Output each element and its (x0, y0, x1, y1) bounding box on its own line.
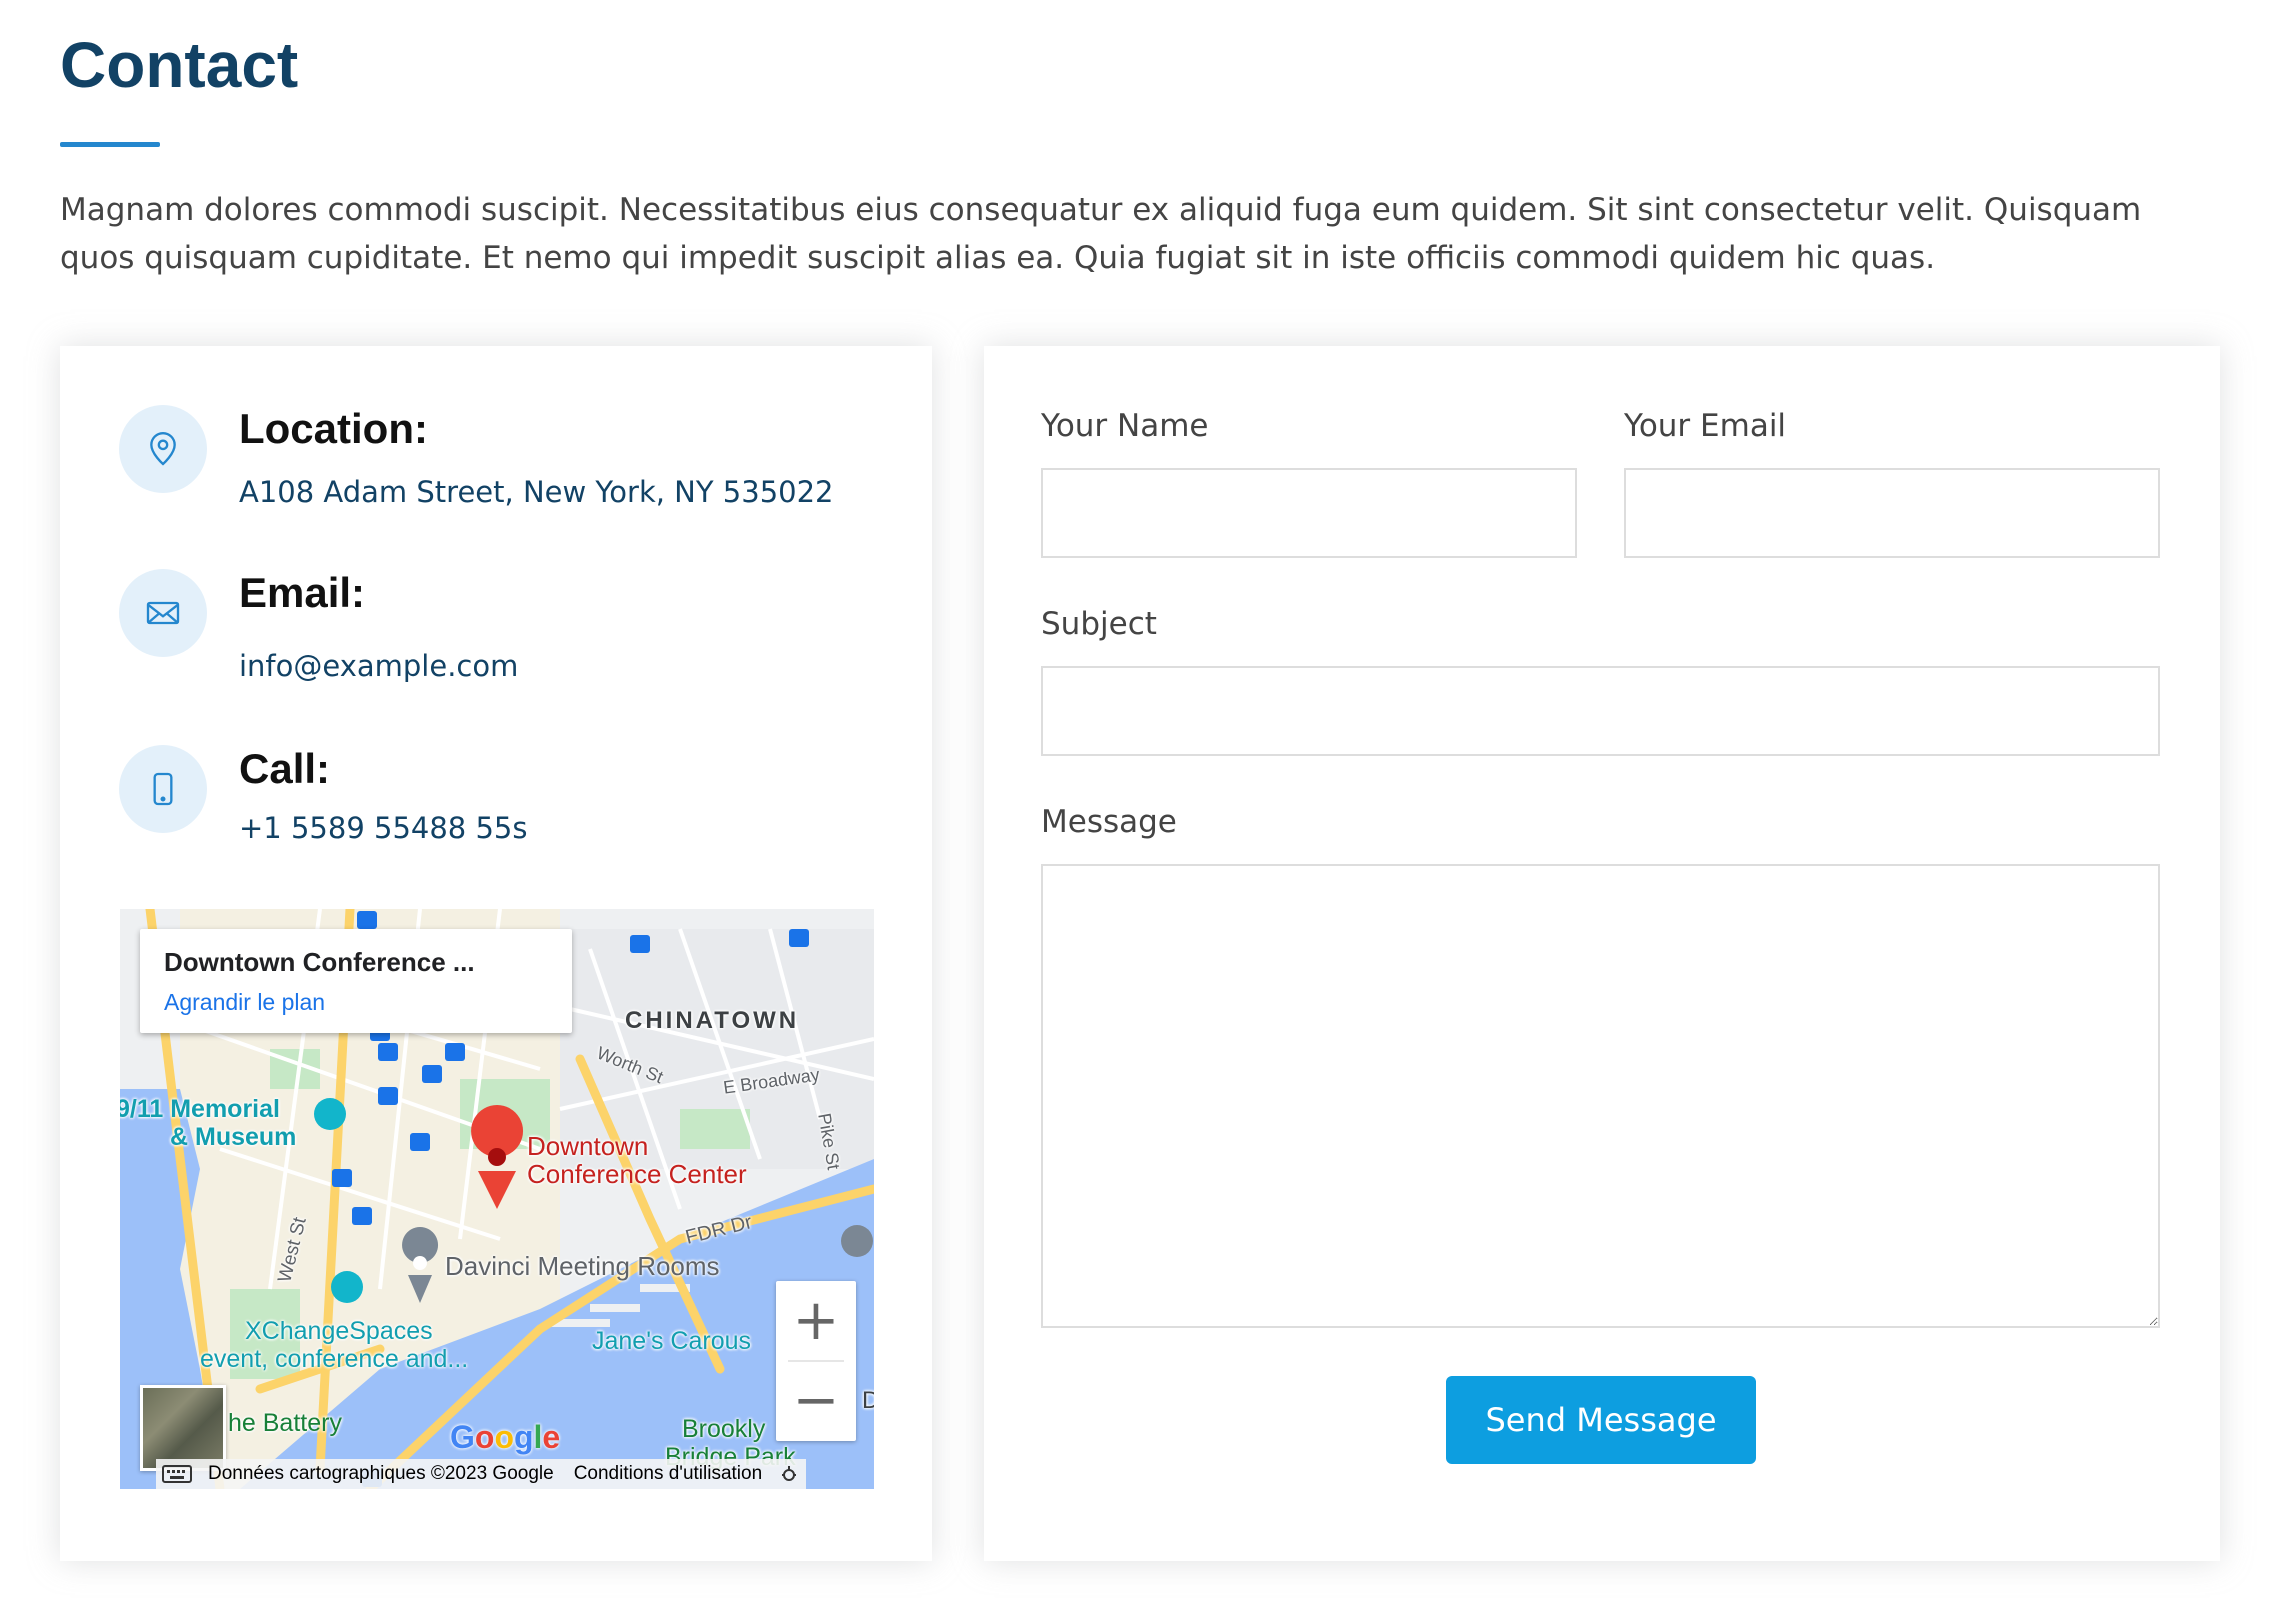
contact-form-card: Your Name Your Email Subject Message Sen… (984, 346, 2220, 1561)
zoom-in-button[interactable]: + (776, 1281, 856, 1361)
map-label-xchange-line2: event, conference and... (200, 1345, 469, 1373)
subject-input[interactable] (1041, 666, 2160, 756)
message-label: Message (1041, 804, 1177, 840)
map-label-memorial-line1: 9/11 Memorial (120, 1095, 280, 1123)
map-label-chinatown: CHINATOWN (625, 1007, 800, 1034)
name-label: Your Name (1041, 408, 1209, 444)
call-value[interactable]: +1 5589 55488 55s (239, 811, 527, 845)
google-map[interactable]: CHINATOWN Worth St E Broadway Pike St 9/… (120, 909, 874, 1489)
send-message-button[interactable]: Send Message (1446, 1376, 1756, 1464)
section-title: Contact (60, 29, 299, 101)
location-value: A108 Adam Street, New York, NY 535022 (239, 475, 834, 509)
map-data-credit[interactable]: Données cartographiques ©2023 Google (198, 1459, 564, 1489)
terms-of-use-link[interactable]: Conditions d'utilisation (563, 1459, 773, 1489)
view-larger-map-link[interactable]: Agrandir le plan (164, 989, 325, 1016)
zoom-out-button[interactable]: − (776, 1361, 856, 1441)
map-label-downtown-line1: Downtown (527, 1131, 649, 1161)
email-value[interactable]: info@example.com (239, 649, 518, 683)
map-label-brooklyn-line1: Brookly (682, 1415, 766, 1443)
subject-label: Subject (1041, 606, 1157, 642)
contact-page: Contact Magnam dolores commodi suscipit.… (0, 0, 2280, 1616)
map-label-edge: D (862, 1387, 874, 1414)
message-textarea[interactable] (1041, 864, 2160, 1328)
email-input[interactable] (1624, 468, 2160, 558)
map-label-janes: Jane's Carous (592, 1327, 752, 1355)
google-logo[interactable]: Google (450, 1419, 560, 1456)
email-label: Your Email (1624, 408, 1787, 444)
map-footer: Données cartographiques ©2023 Google Con… (120, 1459, 874, 1489)
map-label-davinci: Davinci Meeting Rooms (445, 1251, 720, 1281)
map-label-battery: he Battery (228, 1409, 342, 1437)
map-pin-icon (119, 405, 207, 493)
popup-place-name: Downtown Conference ... (164, 947, 475, 977)
location-title: Location: (239, 405, 428, 452)
title-underline (60, 142, 160, 147)
map-info-popup: Downtown Conference ... Agrandir le plan (140, 929, 572, 1033)
contact-info-card: Location: A108 Adam Street, New York, NY… (60, 346, 932, 1561)
keyboard-shortcuts-icon[interactable] (156, 1459, 198, 1489)
envelope-icon (119, 569, 207, 657)
zoom-controls: + − (776, 1281, 856, 1441)
name-input[interactable] (1041, 468, 1577, 558)
email-title: Email: (239, 569, 366, 616)
map-label-xchange-line1: XChangeSpaces (245, 1317, 433, 1345)
call-title: Call: (239, 745, 331, 792)
section-intro: Magnam dolores commodi suscipit. Necessi… (60, 192, 2142, 276)
report-error-icon[interactable] (772, 1459, 807, 1489)
map-label-downtown-line2: Conference Center (527, 1159, 747, 1189)
phone-icon (119, 745, 207, 833)
map-label-memorial-line2: & Museum (170, 1123, 297, 1151)
